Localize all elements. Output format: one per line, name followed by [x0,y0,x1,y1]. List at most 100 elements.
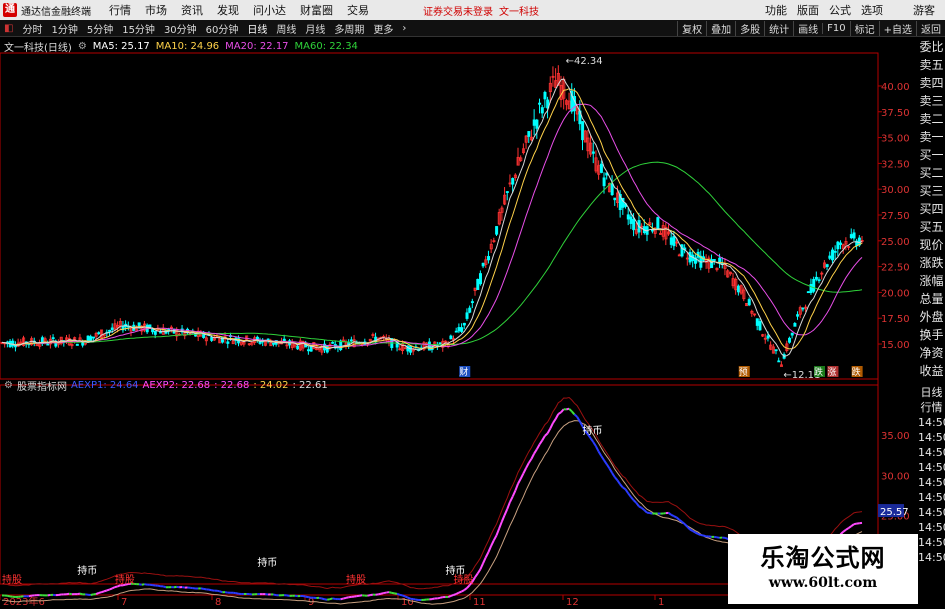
price-axis-label: 22.50 [881,263,910,274]
ind-main-segment [611,472,616,478]
side-quote-label: 总量 [919,292,944,306]
price-axis-label: 30.00 [881,185,910,196]
hold-signal-label: 持币 [583,424,603,437]
ind-main-segment [568,408,573,413]
ind-main-segment [326,598,331,601]
ind-main-segment [58,593,62,596]
candle-body [478,273,482,285]
ma20-line [1,103,863,348]
ind-main-segment [369,593,374,597]
ind-main-segment [461,589,465,593]
candle-body [581,121,585,141]
candle-body [602,177,606,187]
ind-main-segment [224,591,228,594]
candle-body [151,328,155,333]
indicator-axis-label: 30.00 [881,471,910,482]
ind-main-segment [509,496,514,503]
candle-body [833,250,837,253]
side-quote-label: 卖四 [919,76,944,90]
ind-main-segment [560,408,565,413]
indicator-gear-icon[interactable]: ⚙ [4,380,13,391]
indicator-name[interactable]: 股票指标网 [17,378,67,393]
ind-main-segment [527,458,533,464]
price-axis-label: 25.00 [881,237,910,248]
stock-name: 文一科技(日线) [4,42,72,54]
ind-main-segment [683,523,689,528]
ind-main-segment [506,501,511,510]
ind-main-segment [595,445,600,453]
ma10-line [1,88,863,350]
candle-body [599,163,603,173]
candle-body [438,342,442,345]
candle-body [766,335,770,339]
ma20-value: MA20: 22.17 [225,40,289,52]
ind-main-segment [484,551,490,558]
ind-main-segment [708,535,712,538]
price-axis-label: 32.50 [881,159,910,170]
ind-main-segment [850,523,855,527]
candle-body [828,255,832,259]
date-axis-label: 1 [658,597,664,608]
side-quote-label: 现价 [919,238,944,252]
candle-body [613,197,617,201]
ind-main-segment [603,459,608,465]
ind-main-segment [495,528,501,536]
candle-body [46,343,50,346]
ind-main-segment [619,483,624,489]
ind-main-segment [538,439,544,446]
price-pane-border [0,52,879,380]
candle-body [801,307,805,310]
ind-main-segment [359,594,363,597]
candle-body [538,102,542,105]
ma60-value: MA60: 22.34 [294,40,358,52]
ind-main-segment [552,418,557,424]
ind-main-segment [589,437,595,443]
hold-signal-label: 持股 [454,573,474,586]
side-quote-label: 买四 [919,202,944,216]
ind-main-segment [447,595,452,598]
candle-body [306,349,310,352]
candle-body [108,329,112,332]
candle-body [468,307,472,313]
hold-signal-label: 持股 [346,573,366,586]
candle-body [110,327,114,330]
candle-body [255,336,259,340]
high-price-label: ←42.34 [566,56,603,67]
ind-main-segment [340,597,344,601]
candle-body [629,216,633,224]
candle-body [476,278,480,290]
ind-main-segment [689,528,694,532]
ind-main-segment [79,592,83,596]
candle-body [495,226,499,235]
side-quote-label: 买五 [919,220,944,234]
settings-gear-icon[interactable]: ⚙ [78,41,87,52]
price-axis-label: 15.00 [881,340,910,351]
candle-body [736,285,740,293]
ind-main-segment [431,597,435,601]
candle-body [839,242,843,245]
candle-body [481,262,485,267]
ind-main-segment [216,589,220,593]
ind-main-segment [554,413,560,420]
ind-main-segment [853,522,857,526]
ind-main-segment [378,592,382,596]
ind-main-segment [367,594,371,597]
kline-chart[interactable]: 40.00 37.50 35.00 32.50 30.00 27.50 25.00 22.50… [0,0,945,609]
ind-main-segment [453,593,457,596]
ind-main-segment [208,588,212,592]
ind-main-segment [114,585,118,589]
ind-main-segment [200,587,204,590]
ind-main-segment [703,534,707,538]
candle-body [831,249,835,261]
ind-main-segment [608,467,613,474]
candle-body [14,345,18,348]
candle-body [788,337,792,343]
side-tick-label: 14:50 [918,536,945,549]
ind-main-segment [570,410,576,416]
side-quote-label: 收益 [919,364,944,378]
ind-main-segment [517,478,522,485]
candle-body [91,336,95,339]
candle-body [226,341,230,344]
event-tag-label: 跌 [852,367,861,378]
ind-main-segment [530,453,536,460]
